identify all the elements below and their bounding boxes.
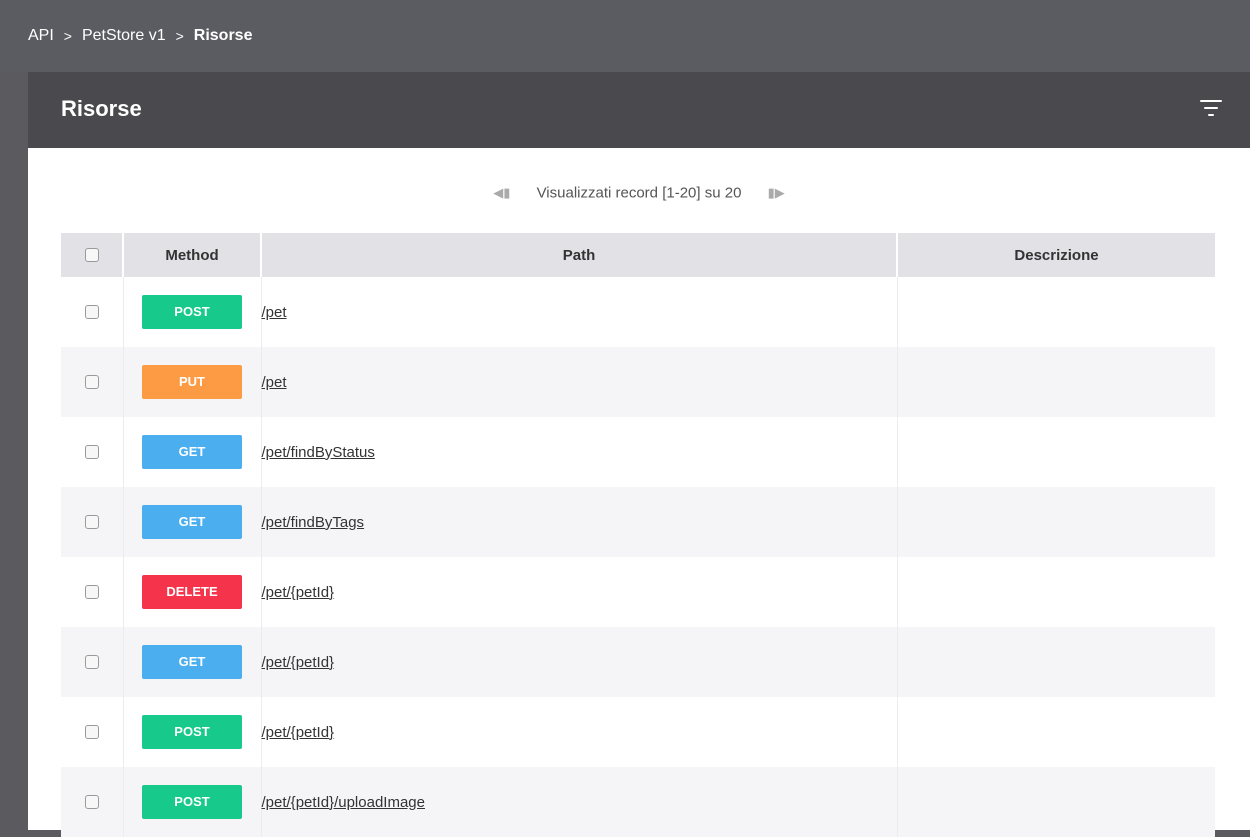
- row-checkbox[interactable]: [84, 655, 99, 669]
- path-link[interactable]: /pet: [262, 304, 287, 321]
- method-cell: POST: [123, 277, 262, 347]
- method-badge: PUT: [142, 365, 242, 399]
- path-cell: /pet: [261, 277, 898, 347]
- row-select-cell: [61, 767, 124, 837]
- table-row[interactable]: POST/pet: [61, 277, 1215, 347]
- last-page-icon[interactable]: ▮▶: [768, 185, 785, 201]
- method-badge: POST: [142, 295, 242, 329]
- method-badge: POST: [142, 715, 242, 749]
- path-link[interactable]: /pet/{petId}: [262, 584, 335, 601]
- panel-header: Risorse: [28, 72, 1250, 148]
- method-cell: POST: [123, 697, 262, 767]
- description-cell: [897, 767, 1215, 837]
- table-row[interactable]: POST/pet/{petId}/uploadImage: [61, 767, 1215, 837]
- path-cell: /pet/{petId}: [261, 697, 898, 767]
- description-cell: [897, 557, 1215, 627]
- table-header-row: Method Path Descrizione: [61, 233, 1215, 277]
- table-row[interactable]: POST/pet/{petId}: [61, 697, 1215, 767]
- method-badge: GET: [142, 645, 242, 679]
- table-row[interactable]: GET/pet/findByStatus: [61, 417, 1215, 487]
- path-cell: /pet/{petId}: [261, 557, 898, 627]
- row-checkbox[interactable]: [84, 515, 99, 529]
- select-all-header: [61, 233, 124, 277]
- path-cell: /pet/{petId}: [261, 627, 898, 697]
- method-cell: GET: [123, 417, 262, 487]
- column-header-path[interactable]: Path: [261, 233, 898, 277]
- pager: ◀▮ Visualizzati record [1-20] su 20 ▮▶: [28, 184, 1250, 202]
- row-select-cell: [61, 627, 124, 697]
- path-cell: /pet/{petId}/uploadImage: [261, 767, 898, 837]
- path-link[interactable]: /pet/{petId}: [262, 654, 335, 671]
- method-badge: POST: [142, 785, 242, 819]
- description-cell: [897, 277, 1215, 347]
- description-cell: [897, 487, 1215, 557]
- resources-table: Method Path Descrizione POST/pet PUT/pet G…: [61, 233, 1215, 837]
- table-row[interactable]: DELETE/pet/{petId}: [61, 557, 1215, 627]
- row-select-cell: [61, 417, 124, 487]
- row-select-cell: [61, 557, 124, 627]
- page-title: Risorse: [61, 96, 142, 121]
- row-checkbox[interactable]: [84, 305, 99, 319]
- description-cell: [897, 627, 1215, 697]
- filter-icon[interactable]: [1200, 100, 1222, 118]
- path-link[interactable]: /pet: [262, 374, 287, 391]
- method-badge: DELETE: [142, 575, 242, 609]
- method-cell: GET: [123, 487, 262, 557]
- path-cell: /pet/findByTags: [261, 487, 898, 557]
- table-row[interactable]: PUT/pet: [61, 347, 1215, 417]
- path-cell: /pet: [261, 347, 898, 417]
- row-checkbox[interactable]: [84, 445, 99, 459]
- row-select-cell: [61, 697, 124, 767]
- breadcrumb-item-petstore[interactable]: PetStore v1: [82, 27, 166, 45]
- row-select-cell: [61, 347, 124, 417]
- description-cell: [897, 417, 1215, 487]
- description-cell: [897, 347, 1215, 417]
- method-badge: GET: [142, 505, 242, 539]
- path-link[interactable]: /pet/findByTags: [262, 514, 365, 531]
- select-all-checkbox[interactable]: [84, 248, 99, 262]
- row-checkbox[interactable]: [84, 585, 99, 599]
- first-page-icon[interactable]: ◀▮: [493, 185, 510, 201]
- method-cell: GET: [123, 627, 262, 697]
- panel-body: ◀▮ Visualizzati record [1-20] su 20 ▮▶ M…: [28, 148, 1250, 837]
- breadcrumb-item-api[interactable]: API: [28, 27, 54, 45]
- method-cell: DELETE: [123, 557, 262, 627]
- column-header-description[interactable]: Descrizione: [897, 233, 1215, 277]
- method-cell: POST: [123, 767, 262, 837]
- row-checkbox[interactable]: [84, 725, 99, 739]
- path-link[interactable]: /pet/{petId}/uploadImage: [262, 794, 425, 811]
- row-checkbox[interactable]: [84, 375, 99, 389]
- description-cell: [897, 697, 1215, 767]
- breadcrumb: API > PetStore v1 > Risorse: [0, 0, 1250, 72]
- breadcrumb-separator: >: [63, 28, 72, 44]
- path-link[interactable]: /pet/findByStatus: [262, 444, 375, 461]
- method-cell: PUT: [123, 347, 262, 417]
- row-select-cell: [61, 277, 124, 347]
- breadcrumb-current: Risorse: [193, 27, 253, 44]
- pager-text: Visualizzati record [1-20] su 20: [536, 184, 742, 202]
- breadcrumb-separator: >: [175, 28, 184, 44]
- table-row[interactable]: GET/pet/{petId}: [61, 627, 1215, 697]
- method-badge: GET: [142, 435, 242, 469]
- table-row[interactable]: GET/pet/findByTags: [61, 487, 1215, 557]
- path-cell: /pet/findByStatus: [261, 417, 898, 487]
- path-link[interactable]: /pet/{petId}: [262, 724, 335, 741]
- column-header-method[interactable]: Method: [123, 233, 262, 277]
- row-select-cell: [61, 487, 124, 557]
- row-checkbox[interactable]: [84, 795, 99, 809]
